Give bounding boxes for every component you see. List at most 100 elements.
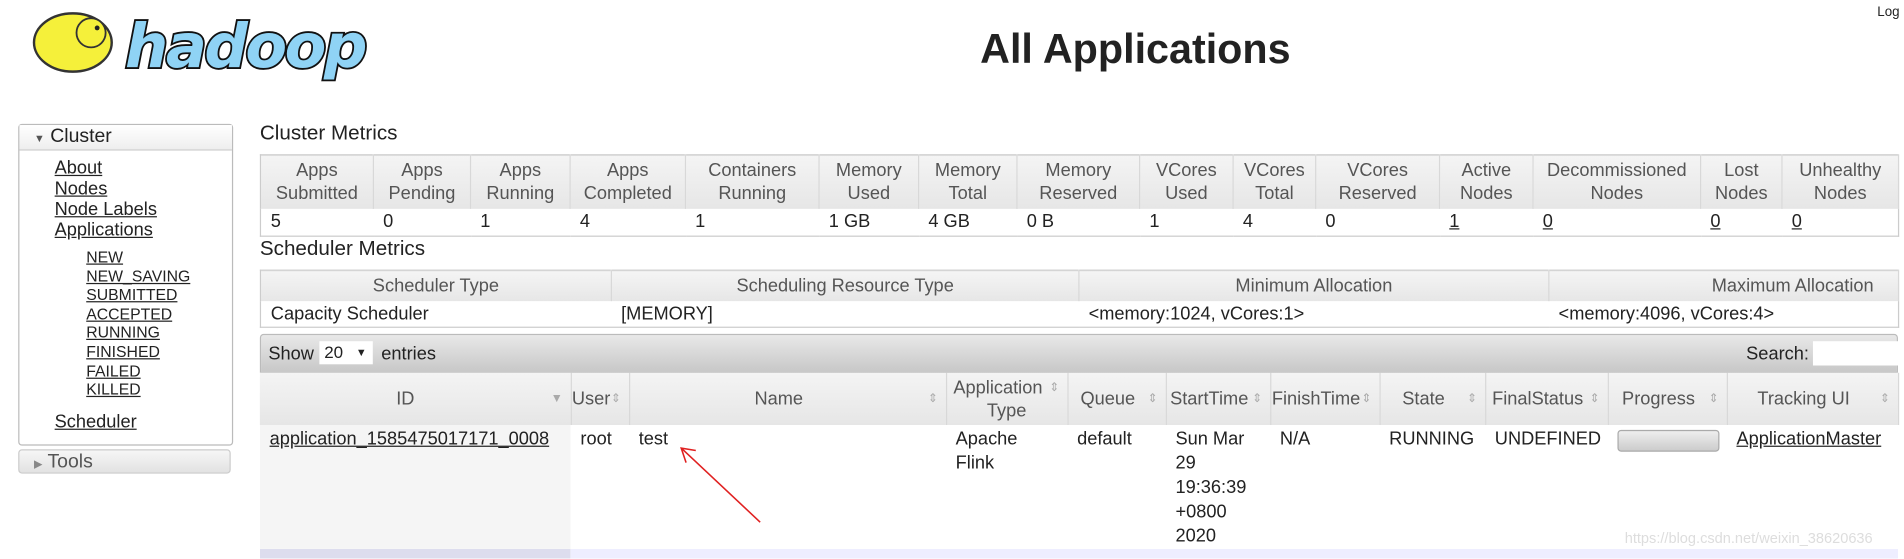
col-header: Containers Running: [685, 154, 820, 209]
svg-text:hadoop: hadoop: [125, 12, 366, 82]
min-allocation: <memory:1024, vCores:1>: [1088, 302, 1305, 324]
col-header: Maximum Allocation: [1548, 270, 1900, 301]
max-allocation: <memory:4096, vCores:4>: [1558, 302, 1775, 324]
col-header: Scheduler Type: [260, 270, 613, 301]
type-cell: Apache Flink: [955, 428, 1018, 474]
state-link-failed[interactable]: FAILED: [86, 361, 232, 380]
state-link-finished[interactable]: FINISHED: [86, 342, 232, 361]
state-link-running[interactable]: RUNNING: [86, 323, 232, 342]
cluster-label: Cluster: [50, 126, 112, 147]
col-header: VCores Total: [1233, 154, 1317, 209]
metric-value: 1: [1149, 210, 1160, 232]
progress-bar: [1617, 429, 1720, 452]
sort-icon: ⇕: [927, 392, 939, 406]
metric-value: 0 B: [1026, 210, 1055, 232]
col-header: Lost Nodes: [1700, 154, 1783, 209]
table-toolbar: Show 20 ▼ entries Search:: [259, 333, 1901, 373]
resource-type: [MEMORY]: [621, 302, 713, 324]
col-header: Apps Pending: [373, 154, 472, 209]
metric-value: 4: [1242, 210, 1253, 232]
cluster-metrics-title: Cluster Metrics: [259, 121, 398, 145]
metric-value: 4: [579, 210, 590, 232]
col-header: Apps Completed: [570, 154, 687, 209]
sortable-header[interactable]: ⇕ Progress: [1607, 372, 1728, 426]
col-header: Active Nodes: [1439, 154, 1534, 209]
sort-icon: ⇕: [1589, 392, 1600, 406]
sidebar-link-node-labels[interactable]: Node Labels: [55, 199, 232, 220]
sortable-header[interactable]: ⇕ Application Type: [945, 372, 1068, 426]
col-header: VCores Reserved: [1315, 154, 1441, 209]
sortable-header[interactable]: ⇕ Queue: [1067, 372, 1167, 426]
sort-icon: ⇕: [610, 392, 622, 406]
metric-value[interactable]: 0: [1533, 208, 1701, 235]
state-link-accepted[interactable]: ACCEPTED: [86, 305, 232, 324]
watermark: https://blog.csdn.net/weixin_38620636: [1624, 529, 1873, 547]
col-header: Unhealthy Nodes: [1781, 154, 1900, 209]
metric-value[interactable]: 0: [1701, 208, 1782, 235]
show-label: Show: [268, 343, 314, 365]
tools-label: Tools: [47, 451, 93, 473]
sort-icon: ⇕: [1879, 392, 1891, 406]
sidebar-cluster: ▼ Cluster About Nodes Node Labels Applic…: [18, 123, 234, 446]
col-header: Scheduling Resource Type: [611, 270, 1080, 301]
sidebar-link-scheduler[interactable]: Scheduler: [55, 411, 232, 432]
state-link-new-saving[interactable]: NEW_SAVING: [86, 267, 232, 286]
sort-icon: ⇕: [1708, 392, 1719, 406]
sort-icon: ⇕: [1147, 392, 1158, 406]
page-title: All Applications: [980, 26, 1291, 73]
cluster-metrics-table: Apps Submitted Apps Pending Apps Running Apps C…: [259, 154, 1900, 237]
sortable-header[interactable]: ⇕ StartTime: [1165, 372, 1271, 426]
user-cell: root: [580, 428, 612, 450]
col-header: Memory Used: [819, 154, 920, 209]
state-cell: RUNNING: [1389, 428, 1475, 450]
metric-value: 4 GB: [928, 210, 970, 232]
tracking-ui-link[interactable]: ApplicationMaster: [1736, 429, 1881, 450]
sortable-header[interactable]: ▼ ID: [259, 372, 572, 426]
col-header: Memory Reserved: [1016, 154, 1141, 209]
sort-icon: ⇕: [1252, 392, 1263, 406]
col-header: Minimum Allocation: [1078, 270, 1550, 301]
metric-value: 0: [383, 210, 394, 232]
sortable-header[interactable]: ⇕ Name: [629, 372, 947, 426]
cluster-toggle[interactable]: ▼ Cluster: [19, 125, 232, 151]
finish-time-cell: N/A: [1279, 428, 1311, 450]
sidebar-link-applications[interactable]: Applications: [55, 220, 232, 241]
entries-label: entries: [381, 343, 436, 365]
login-link[interactable]: Log: [1877, 5, 1899, 20]
sort-desc-icon: ▼: [550, 392, 563, 406]
sortable-header[interactable]: ⇕ FinalStatus: [1485, 372, 1609, 426]
sort-icon: ⇕: [1049, 380, 1060, 395]
sortable-header[interactable]: ⇕ User: [570, 372, 630, 426]
metric-value: 0: [1325, 210, 1336, 232]
col-header: VCores Used: [1139, 154, 1234, 209]
sidebar-link-nodes[interactable]: Nodes: [55, 179, 232, 200]
state-link-new[interactable]: NEW: [86, 248, 232, 267]
sortable-header[interactable]: ⇕ Tracking UI: [1726, 372, 1899, 426]
triangle-right-icon: ▶: [34, 457, 43, 470]
metric-value: 1: [480, 210, 491, 232]
application-id-link[interactable]: application_1585475017171_0008: [270, 429, 550, 450]
metric-value[interactable]: 0: [1782, 208, 1899, 235]
search-input[interactable]: [1812, 341, 1901, 366]
metric-value: 1: [695, 210, 706, 232]
scheduler-metrics-title: Scheduler Metrics: [259, 236, 426, 260]
hadoop-logo: hadoop: [18, 6, 394, 86]
sortable-header[interactable]: ⇕ FinishTime: [1270, 372, 1381, 426]
sortable-header[interactable]: ⇕ State: [1379, 372, 1486, 426]
state-link-submitted[interactable]: SUBMITTED: [86, 286, 232, 305]
metric-value: 1 GB: [828, 210, 871, 232]
final-status-cell: UNDEFINED: [1494, 428, 1602, 450]
state-link-killed[interactable]: KILLED: [86, 380, 232, 399]
sort-icon: ⇕: [1361, 392, 1372, 406]
triangle-down-icon: ▼: [34, 132, 45, 145]
search-label: Search:: [1746, 343, 1809, 365]
metric-value: 5: [270, 210, 281, 232]
entries-select[interactable]: 20 ▼: [319, 341, 373, 365]
col-header: Decommissioned Nodes: [1533, 154, 1702, 209]
start-time-cell: Sun Mar 29 19:36:39 +0800 2020: [1175, 428, 1247, 547]
scheduler-type: Capacity Scheduler: [270, 302, 429, 324]
tools-toggle[interactable]: ▶ Tools: [18, 449, 231, 474]
metric-value[interactable]: 1: [1440, 208, 1534, 235]
entries-value: 20: [324, 342, 344, 362]
sidebar-link-about[interactable]: About: [55, 158, 232, 179]
